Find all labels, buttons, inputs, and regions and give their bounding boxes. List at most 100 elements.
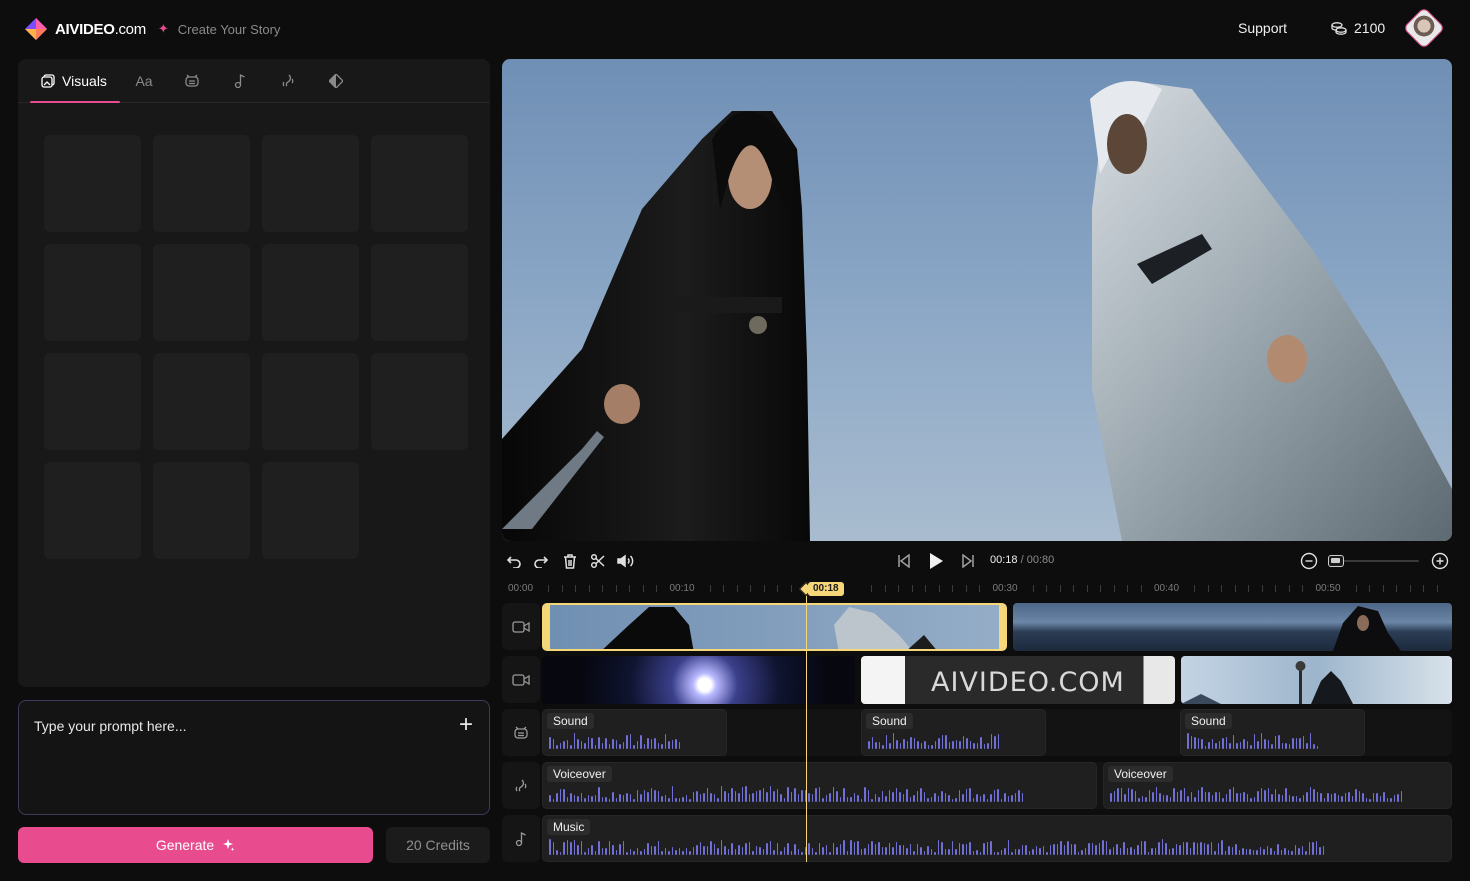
ruler-tick <box>736 585 738 592</box>
visual-tile-placeholder[interactable] <box>262 353 359 450</box>
clip-thumbnail <box>603 607 936 649</box>
visual-tile-placeholder[interactable] <box>371 353 468 450</box>
scissors-icon[interactable] <box>588 551 608 571</box>
music-clip-label: Music <box>547 819 591 835</box>
clip-trim-handle-left[interactable] <box>544 605 550 649</box>
ruler-tick <box>548 585 549 592</box>
generate-label: Generate <box>155 837 215 853</box>
sparkle-icon: ✦ <box>157 21 169 36</box>
visual-tile-placeholder[interactable] <box>153 244 250 341</box>
visual-tile-placeholder[interactable] <box>262 244 359 341</box>
ruler-tick <box>1140 585 1142 592</box>
visual-tile-placeholder[interactable] <box>44 462 141 559</box>
visual-tile-placeholder[interactable] <box>44 244 141 341</box>
waveform <box>549 784 1023 802</box>
current-time: 00:18 <box>990 554 1018 566</box>
coins-icon <box>1331 22 1347 35</box>
ruler-tick <box>1275 585 1276 592</box>
add-attachment-icon[interactable]: + <box>459 713 473 737</box>
ruler-tick <box>1113 585 1115 592</box>
play-icon[interactable] <box>926 551 946 571</box>
undo-icon[interactable] <box>504 551 524 571</box>
voiceover-clip[interactable]: Voiceover <box>542 762 1097 809</box>
ruler-tick <box>1100 585 1101 592</box>
watermark-text: AIVIDEO.COM <box>931 667 1125 698</box>
video-clip-watermark[interactable]: AIVIDEO.COM <box>861 656 1175 704</box>
delete-icon[interactable] <box>560 551 580 571</box>
ruler-tick <box>615 585 617 592</box>
ruler-tick <box>1194 585 1195 592</box>
tab-transitions[interactable] <box>312 59 360 103</box>
timeline-ruler[interactable]: 00:00 00:10 00:30 00:40 00:50 <box>502 580 1452 598</box>
sound-clip[interactable]: Sound <box>542 709 727 756</box>
sound-clip[interactable]: Sound <box>1180 709 1365 756</box>
visual-tile-placeholder[interactable] <box>371 135 468 232</box>
tab-text-label: Aa <box>135 72 153 89</box>
music-note-icon <box>515 831 526 846</box>
ruler-tick <box>629 585 630 592</box>
ruler-tick <box>979 585 980 592</box>
ruler-tick <box>1436 585 1438 592</box>
sound-clip[interactable]: Sound <box>861 709 1046 756</box>
ruler-tick <box>1059 585 1061 592</box>
skip-forward-icon[interactable] <box>958 551 978 571</box>
volume-icon[interactable] <box>616 551 636 571</box>
music-track-header <box>502 815 540 862</box>
ruler-label: 00:00 <box>508 583 534 594</box>
tab-visuals-label: Visuals <box>62 72 107 89</box>
ruler-tick <box>1234 585 1236 592</box>
ruler-tick <box>1409 585 1411 592</box>
ruler-tick <box>871 585 872 592</box>
playhead-time: 00:18 <box>808 582 844 596</box>
video-clip-selected[interactable] <box>542 603 1007 651</box>
tab-music[interactable] <box>216 59 264 103</box>
video-clip[interactable] <box>542 656 855 704</box>
ruler-tick <box>1032 585 1034 592</box>
ruler-tick <box>588 585 590 592</box>
redo-icon[interactable] <box>531 551 551 571</box>
visual-tile-placeholder[interactable] <box>153 462 250 559</box>
ruler-tick <box>1073 585 1074 592</box>
time-separator: / <box>1017 554 1027 566</box>
zoom-out-icon[interactable] <box>1299 551 1319 571</box>
visual-tile-placeholder[interactable] <box>262 135 359 232</box>
clip-trim-handle-right[interactable] <box>999 605 1005 649</box>
visual-tile-placeholder[interactable] <box>44 353 141 450</box>
sound-clip-label: Sound <box>547 713 594 729</box>
brand-logo[interactable]: AIVIDEO.com ✦ Create Your Story <box>24 17 280 41</box>
tab-visuals[interactable]: Visuals <box>30 59 120 103</box>
ruler-tick <box>1127 585 1128 592</box>
voiceover-clip[interactable]: Voiceover <box>1103 762 1452 809</box>
skip-back-icon[interactable] <box>894 551 914 571</box>
zoom-in-icon[interactable] <box>1430 551 1450 571</box>
top-header: AIVIDEO.com ✦ Create Your Story Support … <box>0 0 1470 58</box>
tab-sound-effects[interactable] <box>168 59 216 103</box>
sound-track-header <box>502 709 540 756</box>
support-link[interactable]: Support <box>1238 20 1287 36</box>
playhead-line <box>806 596 807 862</box>
generate-button[interactable]: Generate <box>18 827 373 863</box>
prompt-input[interactable]: Type your prompt here... + <box>18 700 490 815</box>
clip-thumbnail <box>1181 661 1353 704</box>
tab-text[interactable]: Aa <box>120 59 168 103</box>
voiceover-track-header <box>502 762 540 809</box>
visual-tile-placeholder[interactable] <box>153 135 250 232</box>
ruler-tick <box>763 585 765 592</box>
video-clip[interactable] <box>1181 656 1452 704</box>
music-track: Music <box>542 815 1452 862</box>
music-clip[interactable]: Music <box>542 815 1452 862</box>
ruler-tick <box>1355 585 1357 592</box>
video-preview[interactable] <box>502 59 1452 541</box>
user-avatar[interactable] <box>1402 6 1446 50</box>
credits-balance[interactable]: 2100 <box>1331 20 1385 36</box>
visual-tile-placeholder[interactable] <box>262 462 359 559</box>
waveform <box>868 731 999 749</box>
visual-tile-placeholder[interactable] <box>153 353 250 450</box>
video-clip[interactable] <box>1013 603 1452 651</box>
ruler-tick <box>709 585 711 592</box>
visual-tile-placeholder[interactable] <box>371 244 468 341</box>
zoom-slider-thumb[interactable] <box>1328 555 1344 567</box>
tab-voiceover[interactable] <box>264 59 312 103</box>
visual-tile-placeholder[interactable] <box>44 135 141 232</box>
ruler-tick <box>723 585 724 592</box>
